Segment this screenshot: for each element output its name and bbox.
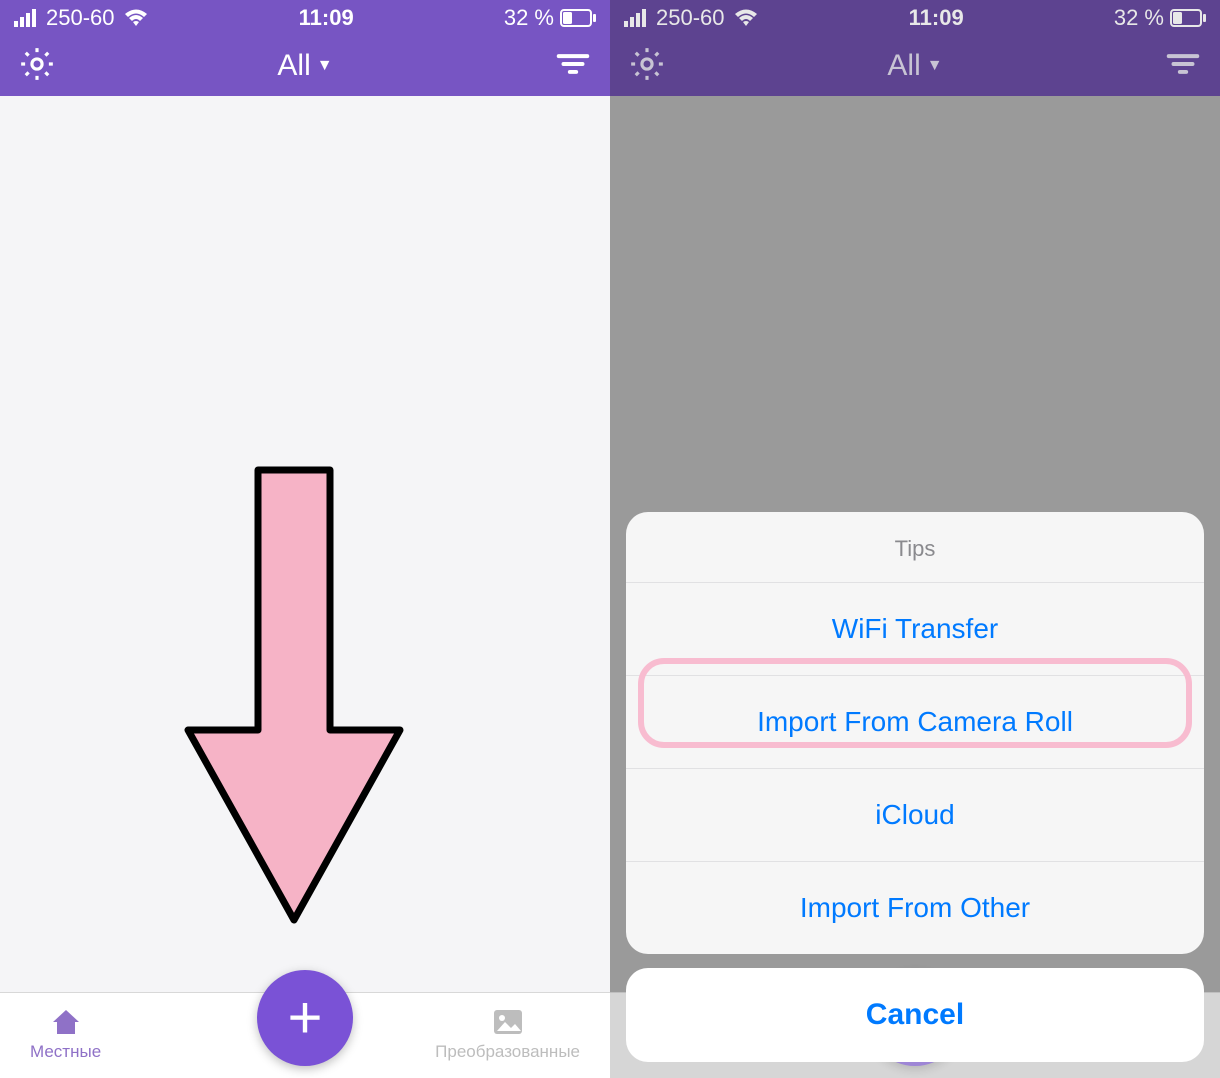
- action-import-camera-roll[interactable]: Import From Camera Roll: [626, 676, 1204, 769]
- signal-icon: [14, 9, 38, 27]
- filter-icon[interactable]: [1164, 45, 1202, 88]
- battery-label: 32 %: [504, 5, 554, 31]
- tab-converted[interactable]: Преобразованные: [435, 1009, 580, 1062]
- status-bar: 250-60 11:09 32 %: [0, 0, 610, 36]
- carrier-label: 250-60: [656, 5, 725, 31]
- action-sheet-group: Tips WiFi Transfer Import From Camera Ro…: [626, 512, 1204, 954]
- action-wifi-transfer[interactable]: WiFi Transfer: [626, 583, 1204, 676]
- gear-icon[interactable]: [628, 45, 666, 88]
- caret-down-icon: ▼: [317, 57, 333, 75]
- filter-icon[interactable]: [554, 45, 592, 88]
- phone-left: 250-60 11:09 32 % All ▼: [0, 0, 610, 1078]
- tab-local-label: Местные: [30, 1042, 101, 1062]
- tutorial-arrow-annotation: [170, 460, 420, 945]
- add-button[interactable]: +: [257, 970, 353, 1066]
- action-sheet: Tips WiFi Transfer Import From Camera Ro…: [626, 512, 1204, 1062]
- carrier-label: 250-60: [46, 5, 115, 31]
- time-label: 11:09: [909, 5, 964, 31]
- tab-converted-label: Преобразованные: [435, 1042, 580, 1062]
- nav-title-text: All: [887, 49, 920, 83]
- action-cancel[interactable]: Cancel: [626, 968, 1204, 1062]
- action-import-other[interactable]: Import From Other: [626, 862, 1204, 954]
- nav-title-text: All: [277, 49, 310, 83]
- action-sheet-title: Tips: [626, 512, 1204, 583]
- nav-bar: All ▼: [0, 36, 610, 96]
- action-icloud[interactable]: iCloud: [626, 769, 1204, 862]
- phone-right: 250-60 11:09 32 % All ▼: [610, 0, 1220, 1078]
- gear-icon[interactable]: [18, 45, 56, 88]
- wifi-icon: [123, 8, 149, 28]
- image-icon: [493, 1009, 523, 1040]
- status-bar: 250-60 11:09 32 %: [610, 0, 1220, 36]
- nav-title-dropdown[interactable]: All ▼: [887, 49, 942, 83]
- battery-icon: [560, 9, 596, 27]
- nav-title-dropdown[interactable]: All ▼: [277, 49, 332, 83]
- nav-bar: All ▼: [610, 36, 1220, 96]
- battery-label: 32 %: [1114, 5, 1164, 31]
- time-label: 11:09: [299, 5, 354, 31]
- wifi-icon: [733, 8, 759, 28]
- home-icon: [51, 1009, 81, 1040]
- caret-down-icon: ▼: [927, 57, 943, 75]
- tab-local[interactable]: Местные: [30, 1009, 101, 1062]
- battery-icon: [1170, 9, 1206, 27]
- signal-icon: [624, 9, 648, 27]
